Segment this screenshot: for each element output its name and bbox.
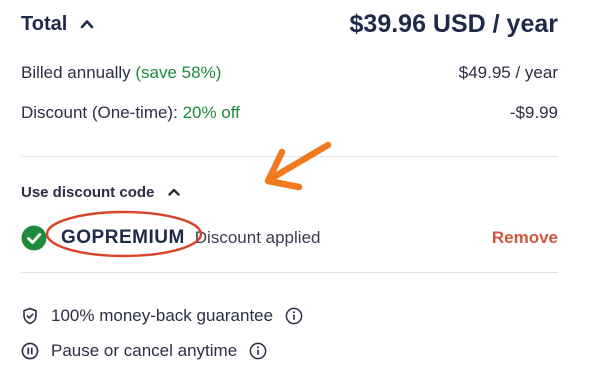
feature-label: Pause or cancel anytime bbox=[51, 341, 238, 360]
remove-discount-button[interactable]: Remove bbox=[492, 228, 558, 248]
chevron-up-icon bbox=[166, 184, 182, 200]
discount-value: -$9.99 bbox=[509, 103, 558, 122]
chevron-up-icon bbox=[79, 16, 95, 32]
total-price: $39.96 USD / year bbox=[349, 10, 558, 38]
billed-label: Billed annually bbox=[21, 63, 131, 82]
billed-price: $49.95 / year bbox=[458, 63, 558, 82]
order-summary: Total $39.96 USD / year Billed annually … bbox=[0, 0, 606, 384]
info-icon[interactable] bbox=[249, 342, 267, 360]
info-icon[interactable] bbox=[285, 307, 303, 325]
total-toggle[interactable]: Total bbox=[21, 11, 95, 37]
discount-amount-label: 20% off bbox=[182, 103, 240, 122]
discount-status: Discount applied bbox=[194, 228, 321, 247]
feature-money-back: 100% money-back guarantee bbox=[21, 304, 303, 328]
discount-label-group: Discount (One-time): 20% off bbox=[21, 103, 240, 123]
discount-row: Discount (One-time): 20% off -$9.99 bbox=[21, 101, 558, 125]
billed-label-group: Billed annually (save 58%) bbox=[21, 63, 221, 83]
discount-code: GOPREMIUM bbox=[61, 227, 185, 248]
discount-code-toggle-label: Use discount code bbox=[21, 183, 155, 201]
discount-code-toggle[interactable]: Use discount code bbox=[21, 181, 182, 203]
annotation-arrow-icon bbox=[264, 141, 332, 191]
billed-row: Billed annually (save 58%) $49.95 / year bbox=[21, 61, 558, 85]
applied-code-row: GOPREMIUM Discount applied Remove bbox=[21, 222, 558, 254]
discount-label: Discount (One-time): bbox=[21, 103, 178, 122]
billed-save: (save 58%) bbox=[135, 63, 222, 82]
total-label: Total bbox=[21, 12, 68, 35]
divider bbox=[21, 156, 558, 157]
divider bbox=[21, 272, 558, 273]
feature-label: 100% money-back guarantee bbox=[51, 306, 274, 325]
feature-pause-cancel: Pause or cancel anytime bbox=[21, 339, 267, 363]
shield-check-icon bbox=[21, 307, 39, 325]
check-circle-icon bbox=[21, 225, 47, 251]
pause-circle-icon bbox=[21, 342, 39, 360]
